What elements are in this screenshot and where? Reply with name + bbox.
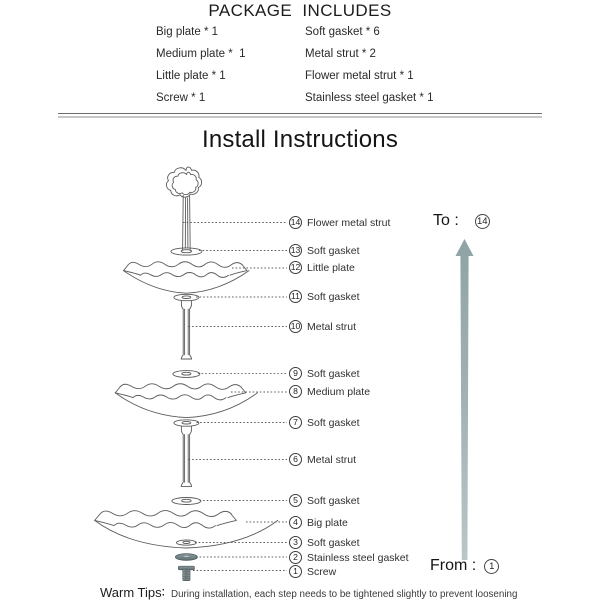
package-includes-title: PACKAGE INCLUDES xyxy=(208,1,392,20)
package-row: Medium plate * 1 Metal strut * 2 xyxy=(0,48,600,70)
callout-1: 1 Screw xyxy=(289,565,336,578)
callout-label: Soft gasket xyxy=(307,494,360,507)
warm-tips-heading: Warm Tips∶ xyxy=(100,585,166,600)
leader-lines xyxy=(183,222,287,571)
soft-gasket-9-part xyxy=(172,370,201,378)
direction-from-label: From : xyxy=(430,557,477,574)
callout-label: Flower metal strut xyxy=(307,216,391,229)
callout-label: Soft gasket xyxy=(307,244,360,257)
direction-to-label: To : xyxy=(433,212,459,229)
callout-2: 2 Stainless steel gasket xyxy=(289,551,409,564)
package-item: Screw * 1 xyxy=(156,92,206,104)
callout-label: Stainless steel gasket xyxy=(307,551,409,564)
instruction-sheet: PACKAGE INCLUDES Big plate * 1 Soft gask… xyxy=(0,0,600,600)
callout-label: Metal strut xyxy=(307,453,357,466)
direction-from-number: 1 xyxy=(484,558,500,574)
package-row: Little plate * 1 Flower metal strut * 1 xyxy=(0,70,600,92)
direction-to-number: 14 xyxy=(474,213,490,229)
callout-4: 4 Big plate xyxy=(289,516,348,529)
package-row: Big plate * 1 Soft gasket * 6 xyxy=(0,26,600,48)
callout-number: 9 xyxy=(289,367,302,380)
callout-number: 7 xyxy=(289,416,302,429)
callout-7: 7 Soft gasket xyxy=(289,416,360,429)
callout-label: Screw xyxy=(307,565,337,578)
callout-label: Soft gasket xyxy=(307,536,360,549)
callout-label: Big plate xyxy=(307,516,348,529)
callout-number: 10 xyxy=(289,320,302,333)
callout-number: 11 xyxy=(289,290,302,303)
callout-number: 6 xyxy=(289,453,302,466)
big-plate-part xyxy=(94,510,279,549)
package-item: Big plate * 1 xyxy=(156,26,219,38)
medium-plate-part xyxy=(114,383,258,419)
direction-arrow-icon xyxy=(455,239,474,560)
callout-number: 12 xyxy=(289,261,302,274)
package-item: Stainless steel gasket * 1 xyxy=(305,92,434,104)
callout-label: Metal strut xyxy=(307,320,357,333)
install-instructions-title: Install Instructions xyxy=(201,126,399,153)
callout-6: 6 Metal strut xyxy=(289,453,356,466)
callout-9: 9 Soft gasket xyxy=(289,367,360,380)
stainless-steel-gasket-part xyxy=(174,553,198,561)
warm-tips-text: During installation, each step needs to … xyxy=(171,589,518,600)
callout-label: Little plate xyxy=(307,261,355,274)
callout-label: Soft gasket xyxy=(307,416,360,429)
package-includes-list: Big plate * 1 Soft gasket * 6 Medium pla… xyxy=(0,26,600,114)
section-divider xyxy=(58,113,542,118)
callout-number: 1 xyxy=(289,565,302,578)
callout-number: 4 xyxy=(289,516,302,529)
screw-part xyxy=(178,565,195,581)
callout-number: 2 xyxy=(289,551,302,564)
soft-gasket-11-part xyxy=(173,293,200,302)
callout-number: 13 xyxy=(289,244,302,257)
callout-5: 5 Soft gasket xyxy=(289,494,360,507)
soft-gasket-13-part xyxy=(170,247,203,256)
direction-to: To : 14 xyxy=(433,212,490,230)
callout-8: 8 Medium plate xyxy=(289,385,370,398)
soft-gasket-5-part xyxy=(171,497,202,505)
callout-12: 12 Little plate xyxy=(289,261,355,274)
callout-label: Soft gasket xyxy=(307,290,360,303)
callout-number: 3 xyxy=(289,536,302,549)
callout-number: 14 xyxy=(289,216,302,229)
metal-strut-10-part xyxy=(180,300,193,360)
callout-10: 10 Metal strut xyxy=(289,320,356,333)
warm-tips: Warm Tips∶ During installation, each ste… xyxy=(100,585,517,601)
flower-finial-part xyxy=(165,166,203,251)
package-item: Soft gasket * 6 xyxy=(305,26,380,38)
package-item: Medium plate * 1 xyxy=(156,48,246,60)
soft-gasket-7-part xyxy=(173,419,200,427)
soft-gasket-3-part xyxy=(175,539,197,546)
callout-13: 13 Soft gasket xyxy=(289,244,360,257)
package-item: Metal strut * 2 xyxy=(305,48,376,60)
callout-label: Medium plate xyxy=(307,385,371,398)
little-plate-part xyxy=(123,261,250,294)
callout-label: Soft gasket xyxy=(307,367,360,380)
direction-from: From : 1 xyxy=(430,557,500,575)
callout-number: 5 xyxy=(289,494,302,507)
callout-11: 11 Soft gasket xyxy=(289,290,360,303)
package-item: Little plate * 1 xyxy=(156,70,226,82)
metal-strut-6-part xyxy=(180,425,193,487)
callout-number: 8 xyxy=(289,385,302,398)
callout-3: 3 Soft gasket xyxy=(289,536,360,549)
package-row: Screw * 1 Stainless steel gasket * 1 xyxy=(0,92,600,114)
callout-14: 14 Flower metal strut xyxy=(289,216,390,229)
package-item: Flower metal strut * 1 xyxy=(305,70,414,82)
